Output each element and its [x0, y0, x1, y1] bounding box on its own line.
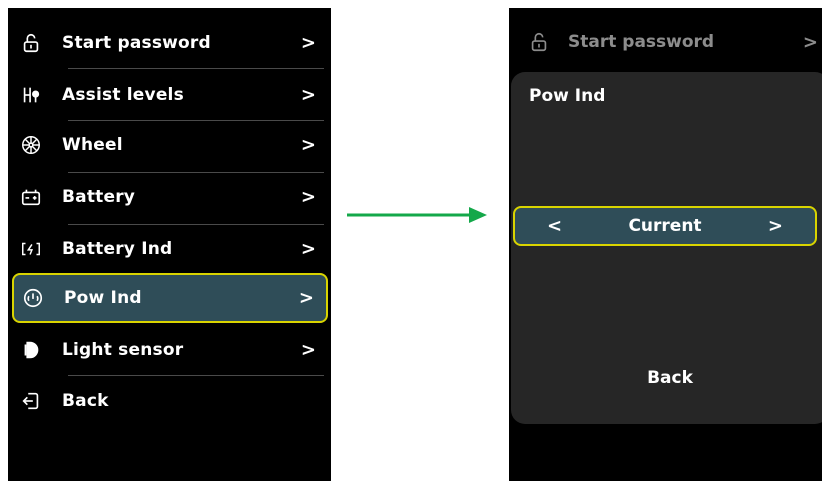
menu-item-label: Back: [62, 391, 109, 411]
chevron-right-icon: >: [300, 186, 316, 208]
menu-item-battery-ind[interactable]: Battery Ind >: [12, 224, 328, 274]
panel-title: Pow Ind: [529, 86, 606, 106]
transition-arrow-icon: [347, 207, 487, 223]
power-gauge-icon: [20, 285, 46, 311]
assist-levels-icon: [18, 82, 44, 108]
menu-item-light-sensor[interactable]: Light sensor >: [12, 325, 328, 375]
unlock-icon: [18, 30, 44, 56]
menu-item-start-password[interactable]: Start password >: [12, 18, 328, 68]
chevron-right-icon: >: [298, 287, 314, 309]
menu-item-label: Light sensor: [62, 340, 184, 360]
menu-item-label: Start password: [568, 32, 715, 52]
chevron-right-icon: >: [300, 84, 316, 106]
menu-item-label: Wheel: [62, 135, 123, 155]
wheel-icon: [18, 132, 44, 158]
back-icon: [18, 388, 44, 414]
pow-ind-selector[interactable]: < Current >: [513, 206, 817, 246]
light-sensor-icon: [18, 337, 44, 363]
menu-item-start-password: Start password >: [509, 22, 822, 62]
menu-item-label: Battery Ind: [62, 239, 173, 259]
menu-item-assist-levels[interactable]: Assist levels >: [12, 70, 328, 120]
battery-icon: [18, 184, 44, 210]
menu-item-label: Battery: [62, 187, 136, 207]
pow-ind-panel: Pow Ind < Current > Back: [511, 72, 822, 424]
divider: [68, 68, 324, 69]
chevron-right-icon: >: [300, 238, 316, 260]
unlock-icon: [526, 29, 552, 55]
menu-item-label: Start password: [62, 33, 211, 53]
menu-item-label: Pow Ind: [64, 288, 142, 308]
menu-item-wheel[interactable]: Wheel >: [12, 120, 328, 170]
menu-item-back[interactable]: Back: [12, 376, 328, 426]
chevron-right-icon[interactable]: >: [768, 216, 783, 237]
chevron-right-icon: >: [300, 134, 316, 156]
chevron-right-icon: >: [300, 32, 316, 54]
menu-screen-left: Start password > Assist levels > Wheel >…: [8, 8, 331, 481]
menu-item-battery[interactable]: Battery >: [12, 172, 328, 222]
chevron-right-icon: >: [802, 31, 818, 53]
battery-indicator-icon: [18, 236, 44, 262]
menu-item-pow-ind[interactable]: Pow Ind >: [12, 273, 328, 323]
back-button[interactable]: Back: [511, 368, 822, 388]
menu-screen-right: Start password > Pow Ind < Current > Bac…: [509, 8, 822, 481]
menu-item-label: Assist levels: [62, 85, 184, 105]
chevron-right-icon: >: [300, 339, 316, 361]
